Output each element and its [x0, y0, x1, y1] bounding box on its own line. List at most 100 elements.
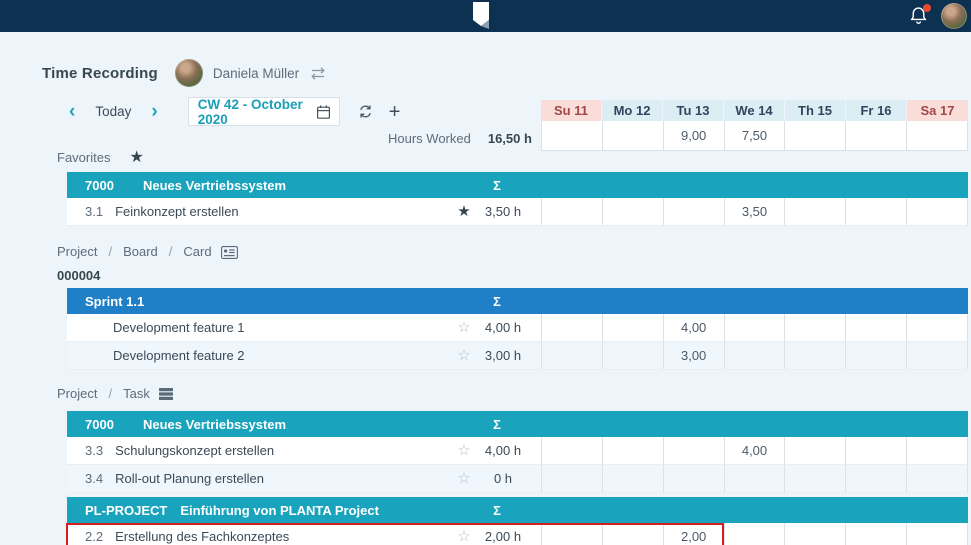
switch-user-icon[interactable]: [309, 67, 327, 80]
task-code: 3.3: [85, 437, 103, 464]
time-entry-cell[interactable]: [542, 314, 603, 341]
time-entry-cell[interactable]: [603, 314, 664, 341]
day-total-cell: [785, 121, 846, 150]
time-entry-cell[interactable]: [725, 523, 786, 545]
time-entry-cell[interactable]: [603, 342, 664, 369]
time-entry-cell[interactable]: [846, 342, 907, 369]
notifications-bell-icon[interactable]: [908, 4, 930, 28]
previous-week-button[interactable]: ‹: [67, 102, 77, 121]
time-entry-cell[interactable]: [907, 465, 968, 492]
favorite-star-icon[interactable]: ★: [453, 198, 475, 225]
time-entry-cell[interactable]: [846, 198, 907, 225]
toolbar: ‹ Today › CW 42 - October 2020: [0, 97, 971, 147]
row-total-hours: 2,00 h: [473, 523, 533, 545]
row-day-cells: 4,00: [541, 437, 968, 464]
time-recording-page: Time Recording Daniela Müller ‹ Today › …: [0, 0, 971, 545]
time-entry-cell[interactable]: [542, 342, 603, 369]
time-entry-cell[interactable]: [907, 198, 968, 225]
time-entry-cell[interactable]: 3,00: [664, 342, 725, 369]
task-name: Roll-out Planung erstellen: [115, 465, 264, 492]
favorite-star-icon[interactable]: ☆: [453, 342, 475, 369]
group-header: 7000Neues VertriebssystemΣ: [67, 411, 968, 437]
time-entry-cell[interactable]: [785, 342, 846, 369]
time-entry-cell[interactable]: [603, 198, 664, 225]
time-entry-cell[interactable]: [846, 437, 907, 464]
time-entry-cell[interactable]: [907, 437, 968, 464]
add-booking-button[interactable]: +: [389, 102, 401, 122]
time-entry-cell[interactable]: 4,00: [664, 314, 725, 341]
time-entry-cell[interactable]: [725, 342, 786, 369]
time-entry-cell[interactable]: 3,50: [725, 198, 786, 225]
booking-row: Development feature 1☆4,00 h4,00: [67, 314, 968, 342]
time-entry-cell[interactable]: [907, 314, 968, 341]
day-total-cell: 7,50: [725, 121, 786, 150]
calendar-icon[interactable]: [317, 105, 330, 119]
task-code: [85, 314, 101, 341]
next-week-button[interactable]: ›: [149, 102, 159, 121]
notification-badge: [923, 4, 931, 12]
time-entry-cell[interactable]: [603, 437, 664, 464]
row-total-hours: 3,50 h: [473, 198, 533, 225]
planta-logo-icon[interactable]: [468, 1, 494, 34]
time-entry-cell[interactable]: [785, 523, 846, 545]
breadcrumb-part: Board: [123, 241, 158, 263]
time-entry-cell[interactable]: [785, 465, 846, 492]
time-entry-cell[interactable]: [542, 465, 603, 492]
today-button[interactable]: Today: [95, 104, 131, 119]
group-title: Sprint 1.1: [85, 294, 144, 309]
favorite-star-icon[interactable]: ☆: [453, 523, 475, 545]
time-entry-cell[interactable]: [846, 314, 907, 341]
task-link[interactable]: Development feature 1: [85, 314, 245, 341]
day-header-cell: Th 15: [785, 100, 845, 121]
hours-worked: Hours Worked 16,50 h: [388, 131, 532, 146]
card-icon: [221, 246, 238, 259]
favorite-star-icon[interactable]: ☆: [453, 314, 475, 341]
time-entry-cell[interactable]: [785, 198, 846, 225]
time-entry-cell[interactable]: [907, 523, 968, 545]
time-entry-cell[interactable]: [907, 342, 968, 369]
task-link[interactable]: Development feature 2: [85, 342, 245, 369]
group-title: Neues Vertriebssystem: [143, 178, 286, 193]
time-entry-cell[interactable]: [542, 523, 603, 545]
breadcrumb-separator: /: [108, 241, 112, 263]
time-entry-cell[interactable]: [664, 198, 725, 225]
booking-row: 3.1Feinkonzept erstellen ★3,50 h 3,50: [67, 198, 968, 226]
time-entry-cell[interactable]: [664, 437, 725, 464]
time-entry-cell[interactable]: [603, 523, 664, 545]
section-subtitle: 000004: [57, 268, 971, 286]
favorite-star-icon[interactable]: ☆: [453, 465, 475, 492]
week-picker[interactable]: CW 42 - October 2020: [188, 97, 340, 126]
time-entry-cell[interactable]: [542, 437, 603, 464]
time-entry-cell[interactable]: 2,00: [664, 523, 725, 545]
task-link[interactable]: 3.1Feinkonzept erstellen: [85, 198, 239, 225]
task-link[interactable]: 3.4Roll-out Planung erstellen: [85, 465, 264, 492]
group-header: PL-PROJECTEinführung von PLANTA ProjectΣ: [67, 497, 968, 523]
time-entry-cell[interactable]: [846, 523, 907, 545]
row-total-hours: 0 h: [473, 465, 533, 492]
time-entry-cell[interactable]: [725, 465, 786, 492]
day-header-cell: Su 11: [541, 100, 601, 121]
task-link[interactable]: 3.3Schulungskonzept erstellen: [85, 437, 274, 464]
time-entry-cell[interactable]: [785, 314, 846, 341]
time-entry-cell[interactable]: [603, 465, 664, 492]
time-entry-cell[interactable]: [542, 198, 603, 225]
section-breadcrumb: Project/Task: [57, 383, 971, 405]
breadcrumb-part: Card: [183, 241, 211, 263]
topbar-user-avatar[interactable]: [941, 3, 967, 29]
row-day-cells: 3,50: [541, 198, 968, 225]
topbar-actions: [908, 3, 967, 29]
breadcrumb-part: Project: [57, 241, 97, 263]
favorite-star-icon[interactable]: ☆: [453, 437, 475, 464]
time-entry-cell[interactable]: 4,00: [725, 437, 786, 464]
day-total-cell: [907, 121, 968, 150]
day-header-cell: Mo 12: [602, 100, 662, 121]
time-entry-cell[interactable]: [785, 437, 846, 464]
time-entry-cell[interactable]: [664, 465, 725, 492]
task-link[interactable]: 2.2Erstellung des Fachkonzeptes: [85, 523, 289, 545]
group-code: 7000: [85, 178, 130, 193]
refresh-icon[interactable]: [358, 104, 373, 119]
task-name: Development feature 1: [113, 314, 245, 341]
day-totals-row: 9,007,50: [541, 121, 968, 151]
time-entry-cell[interactable]: [725, 314, 786, 341]
time-entry-cell[interactable]: [846, 465, 907, 492]
